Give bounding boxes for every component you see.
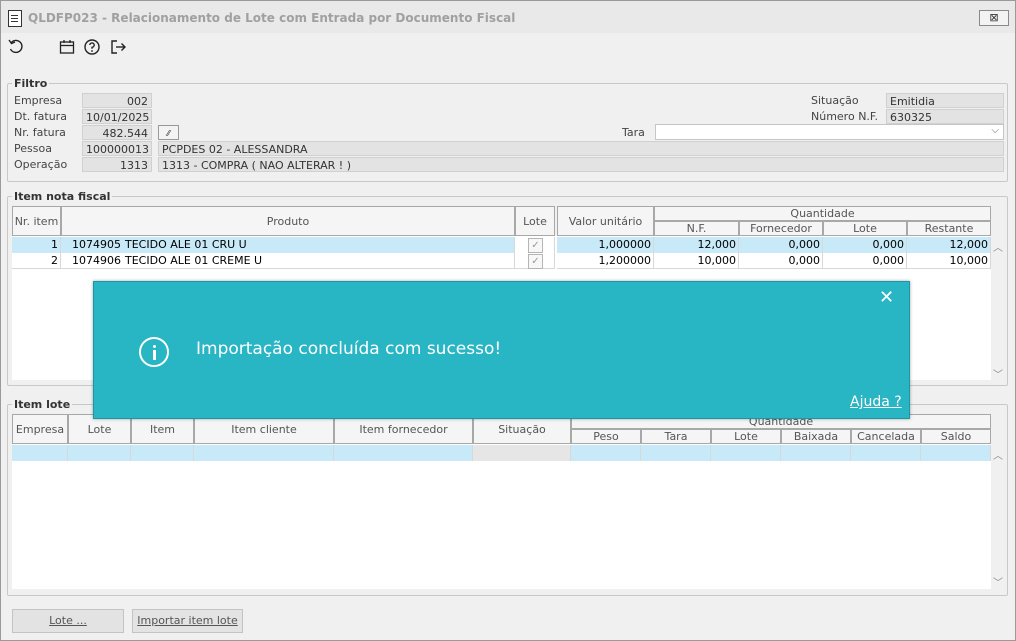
nr-fatura-label: Nr. fatura [14,126,66,139]
cell-lote [68,445,131,461]
title-bar: QLDFP023 - Relacionamento de Lote com En… [1,1,1015,33]
lote-button[interactable]: Lote ... [12,609,124,633]
cell-fornecedor: 0,000 [739,253,823,269]
col-valor-unitario[interactable]: Valor unitário [557,206,654,236]
operacao-label: Operação [14,158,68,171]
cell-lote-qtd: 0,000 [823,237,907,253]
tara-label: Tara [622,126,645,139]
col-lote-qtd[interactable]: Lote [711,429,781,444]
cell-item [131,445,194,461]
lote-checkbox[interactable]: ✓ [528,238,543,253]
cell-nr-item: 1 [12,237,61,253]
cell-valor: 1,000000 [557,237,654,253]
col-nf[interactable]: N.F. [654,221,739,236]
col-saldo[interactable]: Saldo [921,429,991,444]
cell-restante: 10,000 [907,253,991,269]
scroll-up-arrow[interactable]: ︿ [993,447,1003,462]
cell-valor: 1,200000 [557,253,654,269]
document-icon [8,10,22,27]
tara-select[interactable]: ⌵ [655,124,1004,140]
close-icon[interactable]: ✕ [879,288,894,308]
cell-produto-desc: TECIDO ALE 01 CREME U [123,253,515,269]
cell-item-cliente [194,445,334,461]
item-lote-legend: Item lote [14,398,71,411]
col-fornecedor[interactable]: Fornecedor [739,221,823,236]
empresa-field[interactable]: 002 [82,93,152,108]
calendar-icon[interactable] [58,38,76,56]
exit-icon[interactable] [109,38,127,56]
col-cancelada[interactable]: Cancelada [851,429,921,444]
dt-fatura-field[interactable]: 10/01/2025 [82,109,152,124]
cell-lote-qtd [711,445,781,461]
col-tara[interactable]: Tara [641,429,711,444]
window-title: QLDFP023 - Relacionamento de Lote com En… [28,11,516,25]
cell-lote-qtd: 0,000 [823,253,907,269]
scroll-down-arrow[interactable]: ﹀ [993,366,1003,381]
cell-situacao [473,445,571,461]
col-restante[interactable]: Restante [907,221,991,236]
numero-nf-label: Número N.F. [811,110,878,123]
situacao-label: Situação [811,94,859,107]
pessoa-name-field: PCPDES 02 - ALESSANDRA [158,141,1004,156]
col-baixada[interactable]: Baixada [781,429,851,444]
col-produto[interactable]: Produto [61,206,515,236]
lote-checkbox[interactable]: ✓ [528,254,543,269]
numero-nf-field: 630325 [886,109,1004,124]
cell-empresa [12,445,68,461]
dt-fatura-label: Dt. fatura [14,110,67,123]
cell-fornecedor: 0,000 [739,237,823,253]
cell-nf: 10,000 [654,253,739,269]
operacao-code-field[interactable]: 1313 [82,157,152,172]
info-icon [139,337,169,367]
pessoa-code-field[interactable]: 100000013 [82,141,152,156]
nr-fatura-field[interactable]: 482.544 [82,125,152,140]
col-group-quantidade: Quantidade [654,206,991,221]
empresa-label: Empresa [14,94,63,107]
col-nr-item[interactable]: Nr. item [12,206,61,236]
col-empresa[interactable]: Empresa [12,414,68,444]
scroll-up-arrow[interactable]: ︿ [993,239,1003,254]
toolbar [1,35,1015,61]
cell-produto-code: 1074906 [61,253,123,269]
pessoa-label: Pessoa [14,142,52,155]
toast-message: Importação concluída com sucesso! [196,339,502,359]
help-link[interactable]: Ajuda ? [850,394,902,410]
cell-restante: 12,000 [907,237,991,253]
chevron-down-icon: ⌵ [991,125,999,136]
col-lote-qtd[interactable]: Lote [823,221,907,236]
cell-baixada [781,445,851,461]
col-lote[interactable]: Lote [515,206,555,236]
cell-cancelada [851,445,921,461]
success-toast: Importação concluída com sucesso! ✕ Ajud… [93,281,910,419]
refresh-icon[interactable] [7,38,25,56]
scroll-down-arrow[interactable]: ﹀ [993,574,1003,589]
cell-produto-desc: TECIDO ALE 01 CRU U [123,237,515,253]
cell-peso [571,445,641,461]
importar-item-lote-button[interactable]: Importar item lote [132,609,243,633]
close-window-button[interactable]: ⊠ [979,10,1009,26]
nr-fatura-lookup-button[interactable]: ⁄⁄ [158,125,179,140]
cell-saldo [921,445,991,461]
item-nota-fiscal-legend: Item nota fiscal [14,190,111,203]
help-icon[interactable] [83,38,101,56]
situacao-field: Emitidia [886,93,1004,108]
cell-nr-item: 2 [12,253,61,269]
cell-item-fornecedor [334,445,473,461]
filtro-legend: Filtro [14,77,48,90]
lote-grid [12,444,991,589]
cell-nf: 12,000 [654,237,739,253]
col-peso[interactable]: Peso [571,429,641,444]
cell-tara [641,445,711,461]
cell-produto-code: 1074905 [61,237,123,253]
operacao-desc-field: 1313 - COMPRA ( NAO ALTERAR ! ) [158,157,1004,172]
